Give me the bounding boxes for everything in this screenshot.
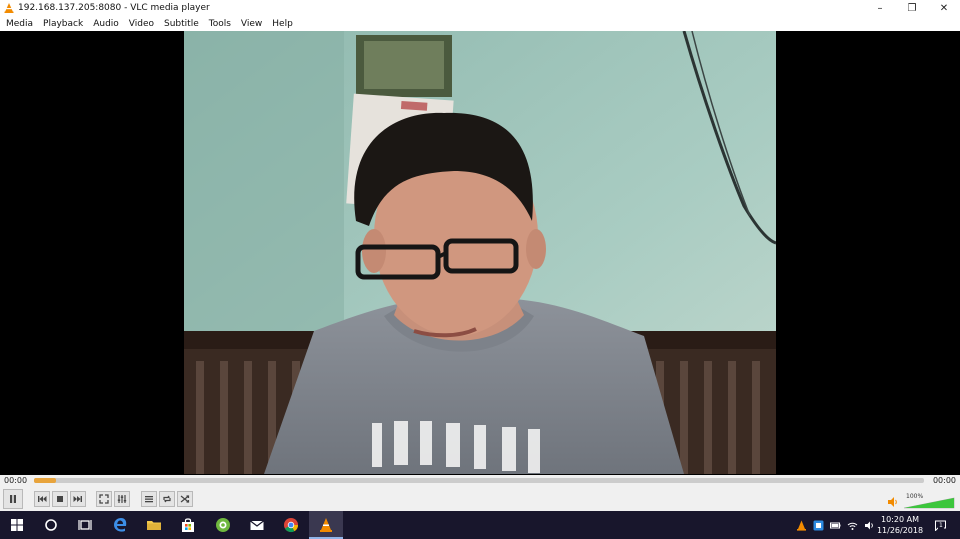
video-area[interactable]: [0, 31, 960, 475]
menu-subtitle[interactable]: Subtitle: [159, 19, 204, 29]
clock-date: 11/26/2018: [876, 526, 924, 535]
battery-icon: [829, 522, 840, 528]
taskbar-chrome[interactable]: [274, 511, 308, 539]
pause-button[interactable]: [3, 489, 23, 509]
previous-icon: [38, 496, 47, 502]
taskbar-vlc[interactable]: [309, 511, 343, 539]
menu-tools[interactable]: Tools: [204, 19, 236, 29]
app-tray-icon: [813, 520, 823, 530]
window-controls: – ❐ ✕: [864, 0, 960, 16]
cortana-button[interactable]: [34, 511, 68, 539]
menu-help[interactable]: Help: [267, 19, 298, 29]
greenshot-icon: [216, 518, 230, 532]
taskbar-edge[interactable]: [103, 511, 137, 539]
video-frame: [184, 31, 776, 474]
stop-icon: [57, 496, 63, 502]
vlc-cone-icon: [796, 520, 806, 531]
tray-battery[interactable]: [828, 511, 842, 539]
shuffle-icon: [180, 495, 190, 503]
action-center-button[interactable]: 1: [930, 511, 950, 539]
taskbar-file-explorer[interactable]: [137, 511, 171, 539]
previous-button[interactable]: [34, 491, 50, 507]
tray-wifi[interactable]: [845, 511, 859, 539]
elapsed-time[interactable]: 00:00: [4, 476, 27, 485]
extended-settings-button[interactable]: [114, 491, 130, 507]
taskbar-store[interactable]: [171, 511, 205, 539]
wifi-icon: [847, 522, 857, 530]
fullscreen-button[interactable]: [96, 491, 112, 507]
taskbar-greenshot[interactable]: [206, 511, 240, 539]
restore-button[interactable]: ❐: [896, 0, 928, 16]
loop-icon: [163, 495, 171, 503]
vlc-cone-icon: [320, 518, 332, 532]
seek-slider-fill: [34, 478, 57, 483]
folder-icon: [147, 521, 161, 530]
title-bar[interactable]: 192.168.137.205:8080 - VLC media player …: [0, 0, 960, 16]
menu-bar: Media Playback Audio Video Subtitle Tool…: [0, 16, 960, 31]
speaker-icon[interactable]: [887, 496, 899, 508]
close-button[interactable]: ✕: [928, 0, 960, 16]
menu-audio[interactable]: Audio: [88, 19, 124, 29]
next-icon: [73, 496, 82, 502]
remaining-time[interactable]: 00:00: [933, 476, 956, 485]
equalizer-icon: [117, 495, 127, 503]
tray-app[interactable]: [811, 511, 825, 539]
playlist-icon: [145, 496, 153, 503]
task-view-button[interactable]: [68, 511, 102, 539]
pause-icon: [10, 495, 16, 503]
fullscreen-icon: [99, 494, 109, 504]
vlc-cone-icon: [4, 3, 14, 13]
windows-logo-icon: [11, 519, 23, 531]
volume-slider[interactable]: [902, 493, 956, 509]
start-button[interactable]: [0, 511, 34, 539]
next-button[interactable]: [70, 491, 86, 507]
windows-taskbar: 10:20 AM 11/26/2018 1: [0, 511, 960, 539]
mail-icon: [250, 520, 264, 530]
seek-slider[interactable]: [34, 478, 924, 483]
stop-button[interactable]: [52, 491, 68, 507]
chrome-icon: [284, 518, 299, 533]
vlc-window: 192.168.137.205:8080 - VLC media player …: [0, 0, 960, 539]
clock-time: 10:20 AM: [881, 515, 919, 524]
volume-level-fill: [904, 498, 954, 508]
task-view-icon: [78, 520, 92, 530]
cortana-circle-icon: [45, 519, 57, 531]
loop-button[interactable]: [159, 491, 175, 507]
shuffle-button[interactable]: [177, 491, 193, 507]
notification-count: 1: [938, 522, 944, 529]
menu-video[interactable]: Video: [124, 19, 159, 29]
taskbar-mail[interactable]: [240, 511, 274, 539]
tray-vlc[interactable]: [794, 511, 808, 539]
menu-media[interactable]: Media: [0, 19, 38, 29]
store-bag-icon: [182, 518, 194, 532]
seek-row: 00:00 00:00: [0, 475, 960, 487]
window-title: 192.168.137.205:8080 - VLC media player: [18, 3, 210, 13]
playlist-button[interactable]: [141, 491, 157, 507]
webcam-video-image: [184, 31, 776, 474]
edge-icon: [114, 518, 127, 532]
menu-playback[interactable]: Playback: [38, 19, 88, 29]
menu-view[interactable]: View: [236, 19, 267, 29]
minimize-button[interactable]: –: [864, 0, 896, 16]
taskbar-clock[interactable]: 10:20 AM 11/26/2018: [872, 514, 928, 536]
controls-bar: 100%: [0, 487, 960, 511]
